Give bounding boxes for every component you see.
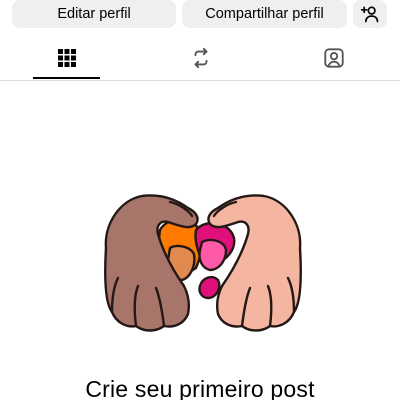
grid-icon — [57, 49, 76, 67]
add-person-icon — [360, 6, 379, 23]
selected-tab-indicator — [33, 77, 100, 79]
tab-reposts[interactable] — [167, 36, 234, 80]
empty-state-title: Crie seu primeiro post — [85, 376, 315, 400]
edit-profile-button[interactable]: Editar perfil — [12, 0, 176, 28]
add-person-button[interactable] — [353, 0, 387, 28]
share-profile-label: Compartilhar perfil — [205, 6, 324, 22]
share-profile-button[interactable]: Compartilhar perfil — [182, 0, 347, 28]
profile-actions-bar: Editar perfil Compartilhar perfil — [0, 0, 400, 30]
tab-tagged[interactable] — [300, 36, 367, 80]
edit-profile-label: Editar perfil — [57, 6, 131, 22]
profile-content-tabs — [0, 36, 400, 81]
tab-posts-grid[interactable] — [33, 36, 100, 80]
heart-hands-illustration — [104, 194, 302, 332]
tagged-person-icon — [323, 48, 344, 68]
reels-repost-icon — [194, 47, 207, 69]
